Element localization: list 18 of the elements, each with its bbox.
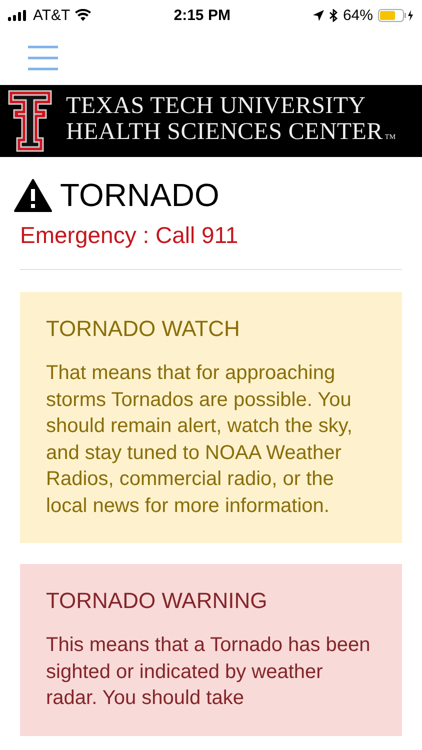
card-text: That means that for approaching storms Tornados are possible. You should remain alert, watch the sky, and stay tuned to NOAA Weather Radios, commercial radio, or the local news for more information. [46,361,354,518]
wifi-icon [75,9,92,21]
status-time: 2:15 PM [174,6,230,24]
emergency-text: Emergency : Call 911 [20,222,240,249]
page-title: TORNADO [60,177,220,214]
carrier-name: AT&T [33,6,70,24]
bluetooth-icon [328,8,338,22]
warning-icon [14,179,52,212]
double-t-logo-icon [8,90,52,152]
battery-charging-icon [378,8,414,22]
signal-icon [8,10,28,20]
location-arrow-icon [312,10,324,20]
card-heading: TORNADO WARNING [46,588,268,614]
banner-title: TEXAS TECH UNIVERSITY [66,92,367,118]
battery-percent: 64% [342,6,373,24]
card-text: This means that a Tornado has been sighted or indicated by weather radar. You should take [46,633,372,711]
menu-icon[interactable] [28,44,58,70]
card-heading: TORNADO WATCH [46,316,241,342]
